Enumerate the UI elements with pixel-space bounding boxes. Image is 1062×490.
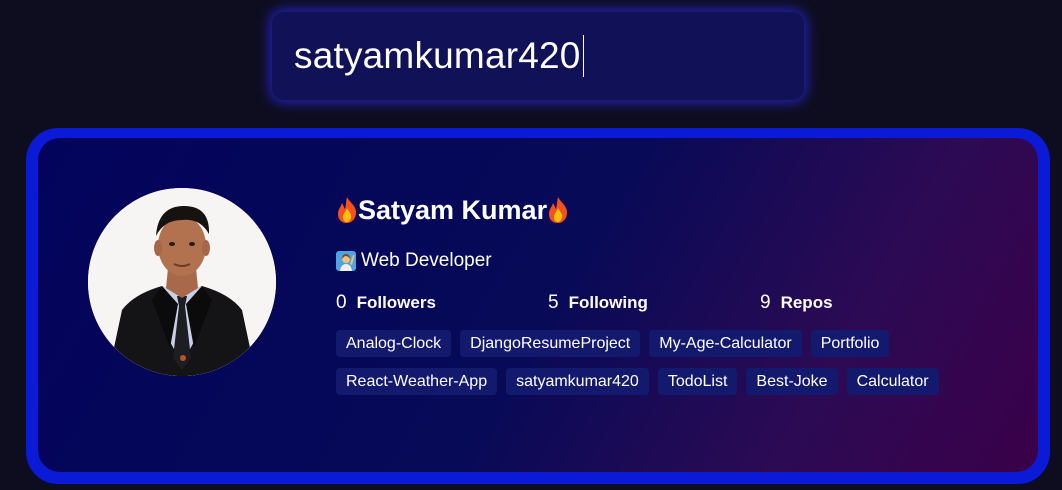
profile-photo	[88, 188, 276, 376]
profile-bio: Web Developer	[336, 248, 976, 274]
repo-link[interactable]: DjangoResumeProject	[460, 330, 641, 357]
search-input-value[interactable]: satyamkumar420	[294, 35, 581, 77]
stat-followers: 0 Followers	[336, 292, 548, 314]
repo-link[interactable]: Analog-Clock	[336, 330, 452, 357]
stat-repos: 9 Repos	[760, 292, 972, 314]
avatar	[88, 188, 276, 376]
repo-link[interactable]: TodoList	[657, 368, 738, 395]
profile-bio-text: Web Developer	[361, 250, 492, 271]
person-raising-hand-icon	[336, 251, 356, 271]
fire-icon	[338, 197, 357, 223]
profile-card-border: Satyam Kumar Web Developer 0 Followers 5…	[26, 128, 1050, 484]
repo-link[interactable]: Calculator	[846, 368, 939, 395]
repo-link[interactable]: My-Age-Calculator	[649, 330, 802, 357]
stat-followers-count: 0	[336, 292, 347, 313]
repo-list: Analog-Clock DjangoResumeProject My-Age-…	[336, 330, 976, 406]
repo-link[interactable]: Best-Joke	[746, 368, 838, 395]
text-caret	[582, 35, 584, 77]
profile-info: Satyam Kumar Web Developer 0 Followers 5…	[336, 190, 976, 406]
stat-following-count: 5	[548, 292, 559, 313]
profile-name: Satyam Kumar	[358, 194, 548, 225]
stat-followers-label: Followers	[356, 293, 436, 312]
page: satyamkumar420 Satyam Kumar Web Develope…	[0, 0, 1062, 490]
profile-card: Satyam Kumar Web Developer 0 Followers 5…	[38, 138, 1038, 472]
repo-link[interactable]: Portfolio	[810, 330, 890, 357]
stat-repos-label: Repos	[780, 293, 833, 312]
stat-following: 5 Following	[548, 292, 760, 314]
stat-repos-count: 9	[760, 292, 771, 313]
repo-link[interactable]: React-Weather-App	[336, 368, 498, 395]
profile-stats: 0 Followers 5 Following 9 Repos	[336, 290, 976, 316]
profile-name-heading: Satyam Kumar	[336, 190, 976, 230]
fire-icon	[549, 197, 568, 223]
search-input[interactable]: satyamkumar420	[272, 12, 804, 100]
repo-link[interactable]: satyamkumar420	[506, 368, 649, 395]
stat-following-label: Following	[568, 293, 648, 312]
